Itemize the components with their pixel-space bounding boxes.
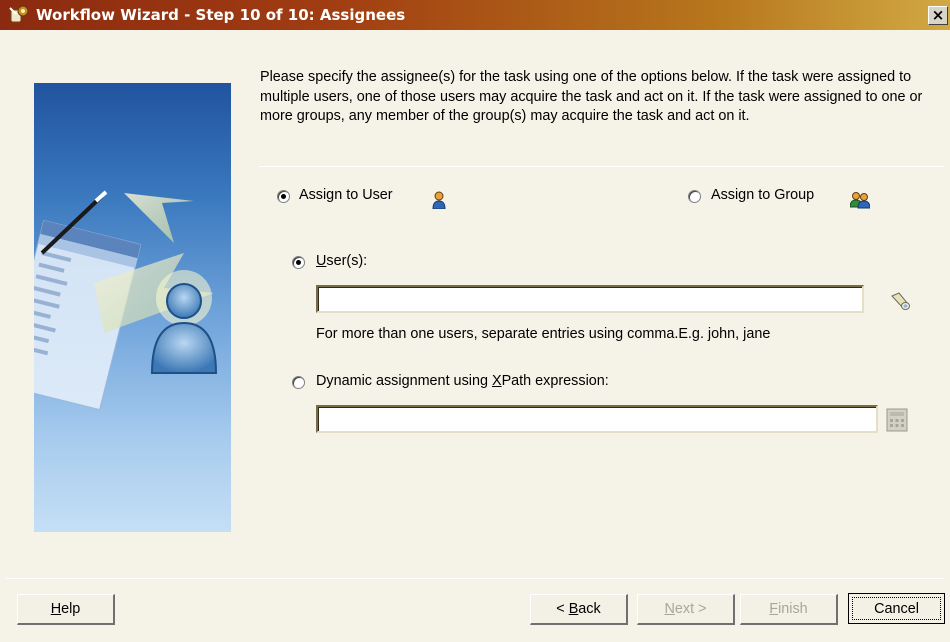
finish-button[interactable]: Finish (740, 594, 838, 625)
intro-text: Please specify the assignee(s) for the t… (260, 69, 923, 124)
next-button[interactable]: Next > (637, 594, 735, 625)
xpath-label[interactable]: Dynamic assignment using XPath expressio… (316, 373, 609, 389)
help-button[interactable]: Help (17, 594, 115, 625)
wizard-app-icon (9, 5, 29, 23)
calculator-icon[interactable] (886, 408, 908, 432)
users-label[interactable]: User(s): (316, 253, 367, 269)
xpath-radio[interactable] (292, 376, 305, 389)
title-bar[interactable]: Workflow Wizard - Step 10 of 10: Assigne… (0, 0, 950, 30)
divider-bottom (6, 578, 944, 579)
back-button[interactable]: < Back (530, 594, 628, 625)
cancel-button[interactable]: Cancel (848, 593, 945, 624)
group-icon (850, 192, 870, 209)
user-icon (432, 191, 446, 209)
close-button[interactable]: × (928, 6, 948, 25)
wizard-side-image (34, 83, 231, 532)
cancel-button-label[interactable]: Cancel (852, 597, 941, 620)
window-title: Workflow Wizard - Step 10 of 10: Assigne… (36, 6, 406, 24)
xpath-input[interactable] (316, 405, 878, 433)
assign-to-group-label[interactable]: Assign to Group (711, 187, 814, 203)
flashlight-icon[interactable] (889, 290, 911, 312)
assign-to-user-radio[interactable] (277, 190, 290, 203)
assign-to-user-label[interactable]: Assign to User (299, 187, 393, 203)
assign-to-group-radio[interactable] (688, 190, 701, 203)
users-hint: For more than one users, separate entrie… (316, 326, 771, 342)
users-input[interactable] (316, 285, 864, 313)
close-icon: × (931, 6, 945, 24)
users-radio[interactable] (292, 256, 305, 269)
divider-top (259, 166, 944, 167)
